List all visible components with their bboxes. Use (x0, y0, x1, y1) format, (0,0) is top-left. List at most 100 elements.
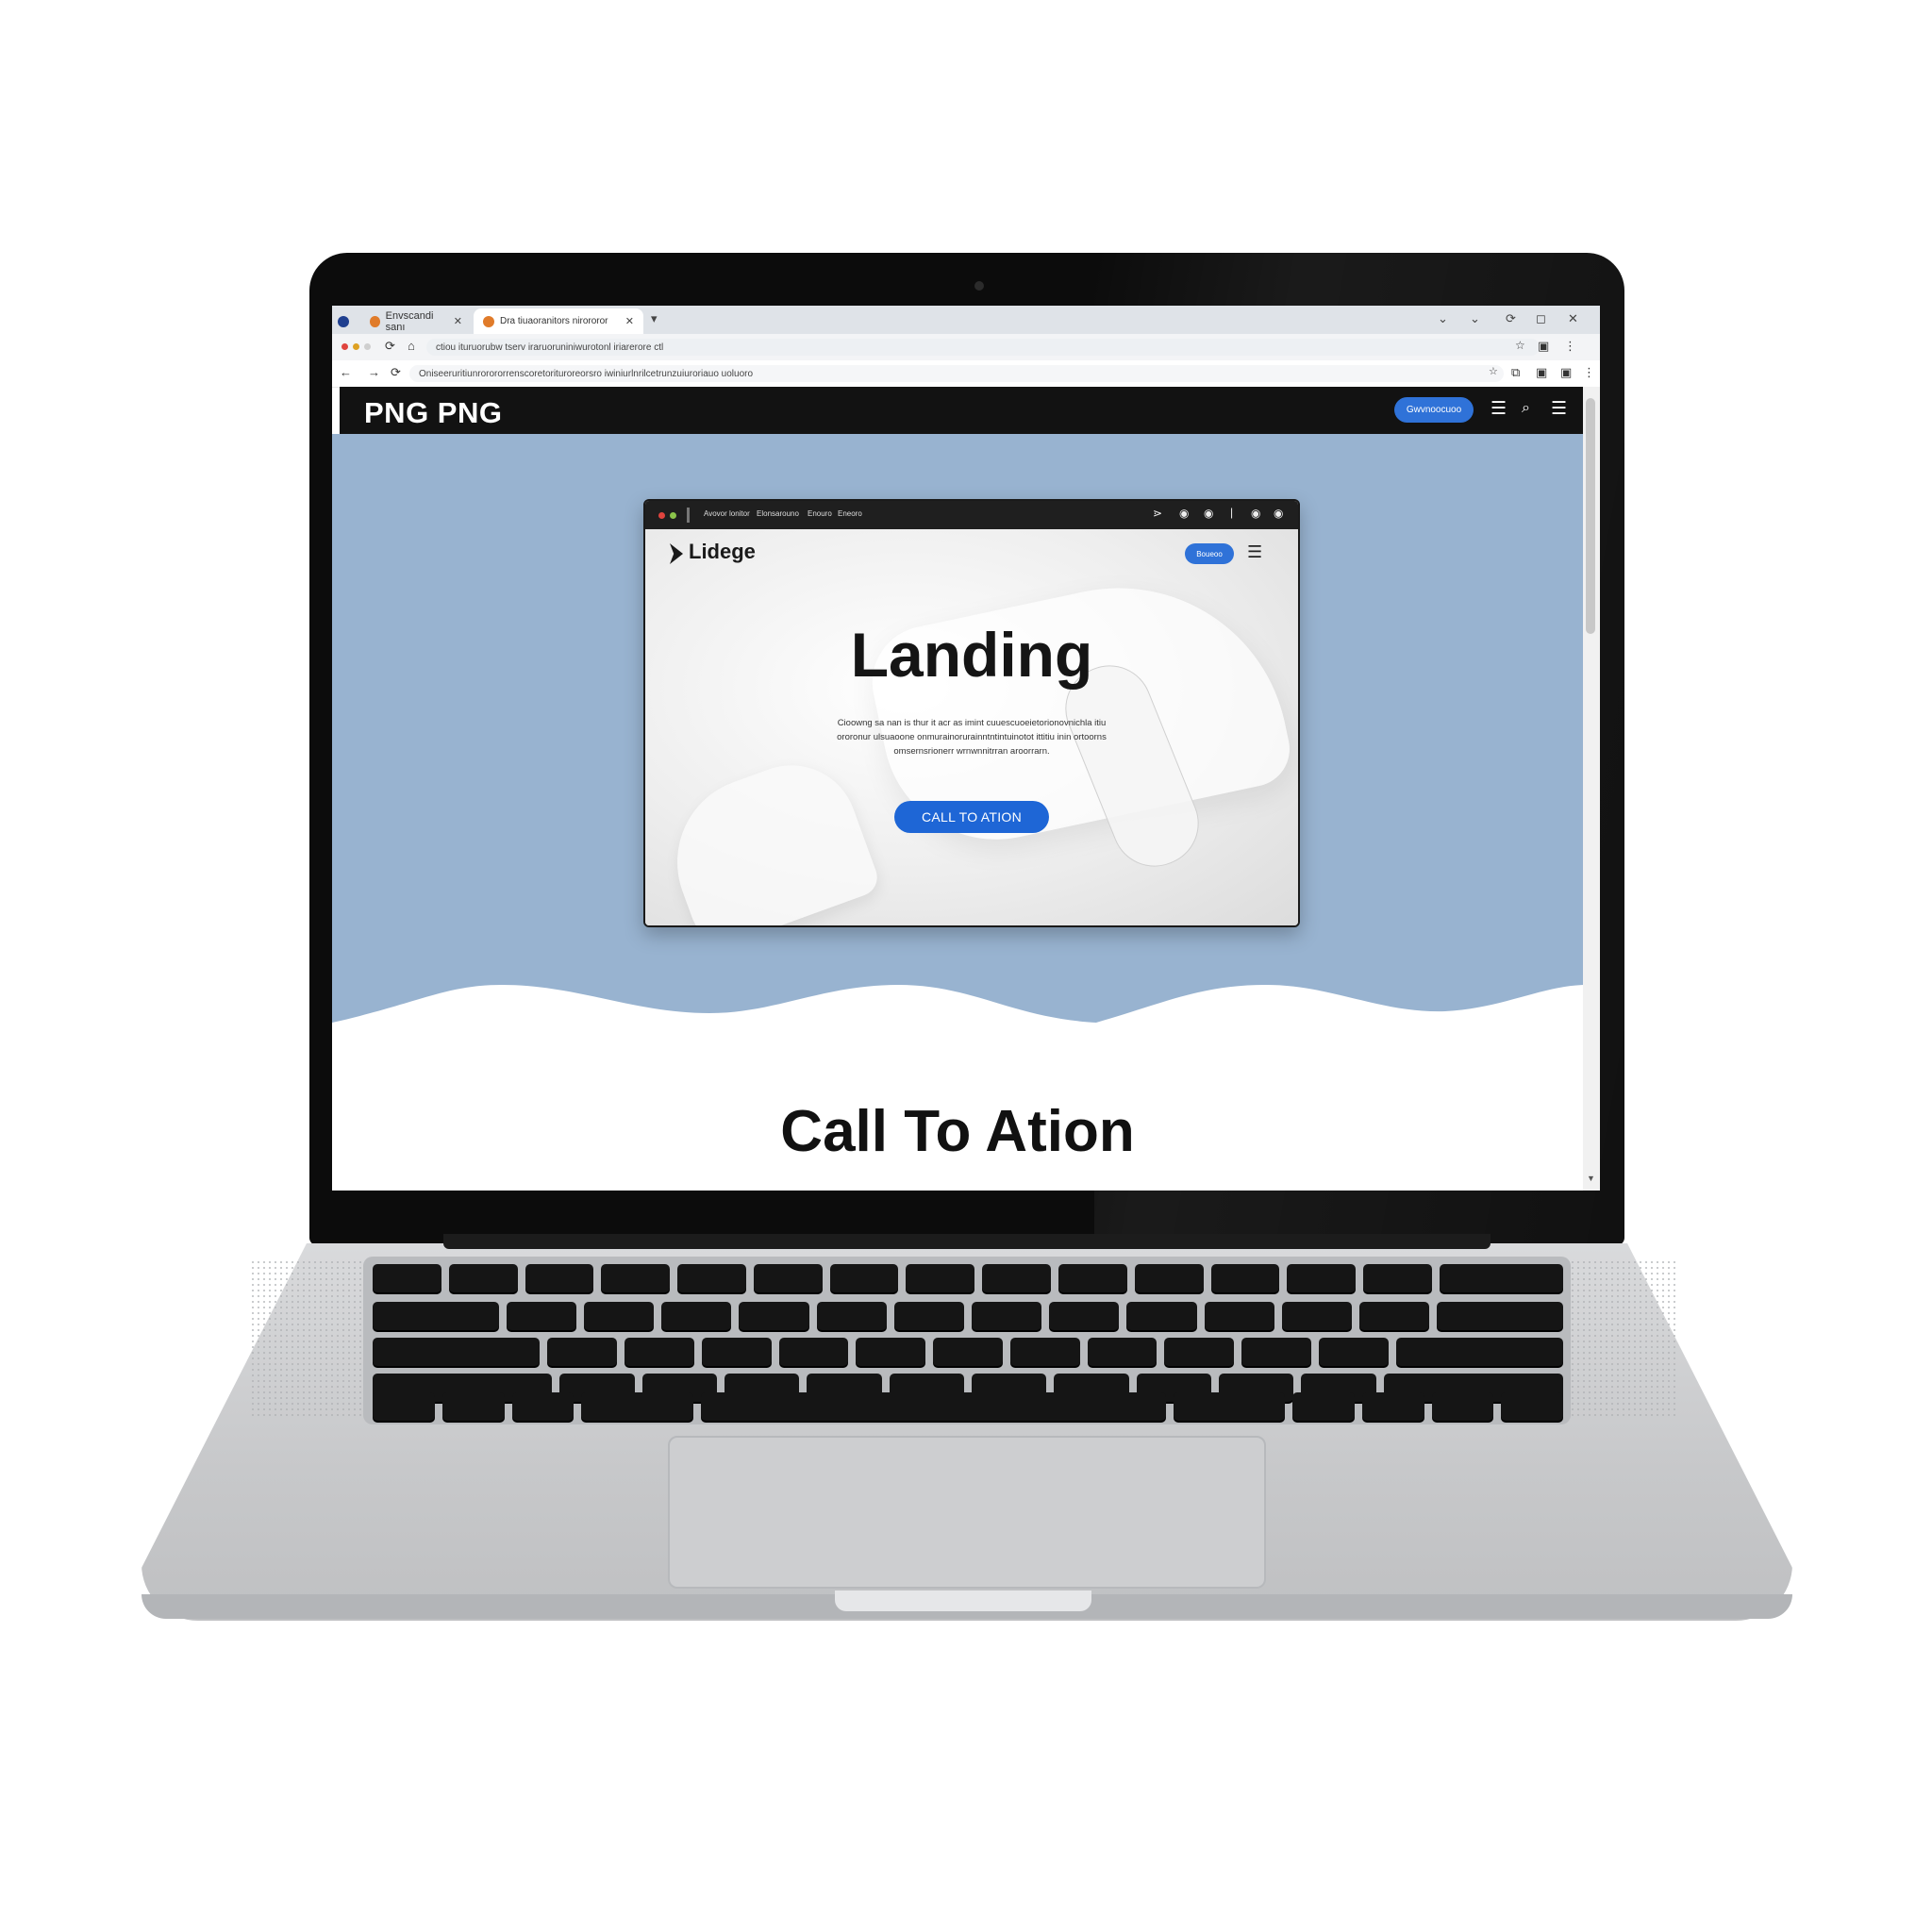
menu-icon[interactable]: ☰ (1491, 398, 1507, 420)
bookmark-icon[interactable]: ☆ (1489, 365, 1498, 377)
minimize-dot-icon[interactable] (353, 343, 359, 350)
key[interactable] (829, 1264, 899, 1292)
key-w[interactable] (583, 1302, 655, 1330)
scroll-down-icon[interactable]: ▼ (1587, 1174, 1595, 1183)
key[interactable] (525, 1264, 594, 1292)
key[interactable] (601, 1264, 671, 1292)
zoom-dot-icon (670, 512, 676, 519)
key-bracket-left[interactable] (1281, 1302, 1353, 1330)
search-icon[interactable]: ⌕ (1522, 400, 1530, 417)
hamburger-icon[interactable]: ☰ (1551, 398, 1567, 420)
more-icon[interactable]: ⋮ (1564, 339, 1576, 354)
forward-icon[interactable]: → (368, 365, 380, 379)
scrollbar-thumb[interactable] (1586, 398, 1595, 634)
key-t[interactable] (816, 1302, 887, 1330)
key-j[interactable] (1009, 1338, 1080, 1366)
key-s[interactable] (624, 1338, 694, 1366)
key[interactable] (1058, 1264, 1127, 1292)
key-e[interactable] (661, 1302, 732, 1330)
key-tab[interactable] (373, 1302, 499, 1330)
key-u[interactable] (972, 1302, 1042, 1330)
key[interactable] (1363, 1264, 1432, 1292)
address-bar-top[interactable]: ctiou ituruorubw tserv iraruoruniniwurot… (426, 339, 1540, 356)
key[interactable] (1287, 1264, 1357, 1292)
key[interactable] (373, 1264, 441, 1292)
tab-close-icon[interactable]: ✕ (625, 315, 634, 327)
tab-close-icon[interactable]: ✕ (454, 315, 462, 327)
key-quote[interactable] (1319, 1338, 1389, 1366)
key-backslash[interactable] (1437, 1302, 1564, 1330)
key[interactable] (906, 1264, 975, 1292)
close-dot-icon[interactable] (341, 343, 348, 350)
profile-icon[interactable]: ▣ (1560, 365, 1572, 380)
key-command-right[interactable] (1173, 1392, 1286, 1421)
key-f[interactable] (778, 1338, 849, 1366)
mockup-hamburger-icon: ☰ (1247, 542, 1263, 561)
key[interactable] (753, 1264, 823, 1292)
key-r[interactable] (739, 1302, 809, 1330)
key-l[interactable] (1164, 1338, 1235, 1366)
key-bracket-right[interactable] (1359, 1302, 1430, 1330)
key[interactable] (1439, 1264, 1563, 1292)
key-o[interactable] (1126, 1302, 1197, 1330)
key-y[interactable] (893, 1302, 965, 1330)
chevron-down-icon[interactable]: ⌄ (1470, 311, 1480, 326)
minimize-icon[interactable]: ⟳ (1506, 311, 1516, 326)
tab-favicon-icon (483, 315, 494, 327)
key[interactable] (1134, 1264, 1204, 1292)
key-return[interactable] (1395, 1338, 1563, 1366)
close-window-icon[interactable]: ✕ (1568, 311, 1578, 326)
browser-tab-active[interactable]: Dra tiuaoranitors nirororor ✕ (474, 308, 643, 334)
key-a[interactable] (547, 1338, 617, 1366)
chevron-down-icon[interactable]: ⌄ (1438, 311, 1448, 326)
key-q[interactable] (506, 1302, 576, 1330)
keyboard-row-function (373, 1264, 1563, 1292)
star-icon[interactable]: ☆ (1515, 339, 1525, 352)
browser-toolbar: ← → ⟳ Oniseeruritiunrorororrenscoretorit… (332, 360, 1600, 388)
key-k[interactable] (1087, 1338, 1158, 1366)
key[interactable] (982, 1264, 1052, 1292)
browser-menu-icon[interactable] (338, 308, 355, 334)
mockup-logo: Lidege (689, 540, 756, 563)
reload-icon[interactable]: ⟳ (385, 339, 395, 354)
speaker-grille-left (250, 1259, 382, 1420)
key-option[interactable] (511, 1392, 575, 1421)
product-image-shape (653, 746, 883, 925)
key-caps[interactable] (373, 1338, 541, 1366)
zoom-dot-icon[interactable] (364, 343, 371, 350)
key-arrow-updown[interactable] (1431, 1392, 1494, 1421)
address-bar[interactable]: Oniseeruritiunrorororrenscoretorituroreo… (409, 365, 1504, 382)
key-i[interactable] (1049, 1302, 1120, 1330)
extension-icon[interactable]: ▣ (1538, 339, 1549, 354)
browser-tab[interactable]: Envscandi sanı ✕ (360, 308, 472, 334)
home-icon[interactable]: ⌂ (408, 339, 415, 353)
key[interactable] (448, 1264, 518, 1292)
mockup-icon: ◉ (1179, 507, 1190, 520)
key-d[interactable] (701, 1338, 772, 1366)
key-space[interactable] (700, 1392, 1166, 1421)
maximize-icon[interactable]: ◻ (1536, 311, 1546, 326)
share-icon[interactable]: ⧉ (1511, 365, 1520, 380)
more-icon[interactable]: ⋮ (1583, 365, 1595, 380)
key-fn[interactable] (373, 1392, 435, 1421)
nav-cta-button[interactable]: Gwvnoocuoo (1394, 397, 1474, 423)
site-brand[interactable]: PNG PNG (364, 396, 502, 430)
key-arrow-left[interactable] (1361, 1392, 1424, 1421)
key-p[interactable] (1204, 1302, 1274, 1330)
key[interactable] (677, 1264, 746, 1292)
reload-icon[interactable]: ⟳ (391, 365, 401, 380)
key[interactable] (1210, 1264, 1280, 1292)
key-option-right[interactable] (1292, 1392, 1355, 1421)
laptop-screen: Envscandi sanı ✕ Dra tiuaoranitors niror… (332, 306, 1600, 1191)
key-command-left[interactable] (581, 1392, 693, 1421)
key-arrow-right[interactable] (1501, 1392, 1564, 1421)
key-h[interactable] (933, 1338, 1003, 1366)
key-semicolon[interactable] (1241, 1338, 1312, 1366)
extension-icon[interactable]: ▣ (1536, 365, 1547, 380)
trackpad[interactable] (668, 1436, 1266, 1589)
key-g[interactable] (856, 1338, 926, 1366)
key-control[interactable] (441, 1392, 505, 1421)
tab-search-icon[interactable]: ▾ (651, 311, 658, 326)
back-icon[interactable]: ← (340, 365, 352, 379)
tab-label: Envscandi sanı (385, 309, 434, 333)
